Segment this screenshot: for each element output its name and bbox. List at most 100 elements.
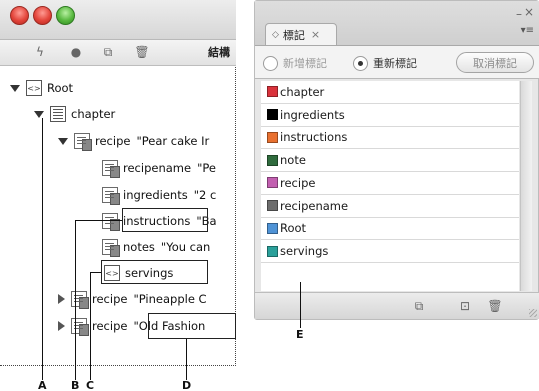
node-label: recipe [92, 292, 128, 306]
tag-color-swatch [267, 109, 278, 121]
radio-dot [353, 55, 368, 71]
element-icon [74, 133, 92, 151]
node-value: "You can [160, 240, 211, 254]
expand-triangle-icon[interactable] [58, 137, 68, 145]
tab-chevron-icon: ◇ [272, 29, 279, 40]
node-label: notes [123, 240, 155, 254]
tag-name: recipename [280, 198, 349, 213]
new-tag-icon[interactable]: ⊡ [457, 298, 473, 314]
callout-line-b-h [75, 220, 122, 221]
node-label: Root [47, 81, 74, 95]
tag-row-instructions[interactable]: instructions [261, 127, 519, 150]
lightning-icon[interactable]: ϟ [32, 44, 48, 60]
trash-icon[interactable]: 🗑 [487, 298, 503, 314]
element-icon [71, 291, 89, 309]
callout-line-c-h [90, 272, 101, 273]
callout-line-e [300, 282, 301, 328]
callout-box-c [101, 260, 208, 284]
element-icon [102, 239, 120, 257]
tag-color-swatch [267, 86, 278, 98]
panel-menu-icon[interactable]: ▾≡ [521, 25, 534, 36]
structure-titlebar [0, 0, 236, 40]
tree-row-recipename[interactable]: recipename "Pe [102, 158, 236, 178]
node-value: "Pear cake Ir [136, 134, 210, 148]
callout-box-d [148, 313, 236, 339]
node-label: recipename [123, 161, 192, 175]
structure-heading: 結構 [208, 46, 230, 59]
tag-row-root[interactable]: Root [261, 218, 519, 241]
tag-name: recipe [280, 175, 316, 190]
tag-row-chapter[interactable]: chapter [261, 81, 519, 104]
tag-list: chapter ingredients instructions note re… [261, 81, 519, 291]
element-icon [102, 213, 120, 231]
add-tag-label: 新增標記 [283, 57, 327, 70]
xml-icon: <> [26, 80, 42, 96]
minimize-window-button[interactable] [33, 6, 52, 25]
node-value: "Pe [197, 161, 216, 175]
close-icon[interactable]: × [524, 5, 534, 19]
tag-row-servings[interactable]: servings [261, 240, 519, 263]
tag-name: note [280, 153, 306, 168]
callout-letter-a: A [38, 379, 47, 391]
trash-icon[interactable]: 🗑 [134, 44, 150, 60]
callout-letter-c: C [86, 379, 95, 391]
retag-label: 重新標記 [373, 57, 417, 70]
node-value: "2 c [193, 188, 217, 202]
tag-name: chapter [280, 84, 325, 99]
tags-panel-footer: ⧉ ⊡ 🗑 [255, 292, 539, 319]
new-element-icon[interactable]: ⧉ [100, 44, 116, 60]
tab-label: 標記 [282, 28, 305, 42]
close-window-button[interactable] [10, 6, 29, 25]
tag-color-swatch [267, 222, 278, 234]
tree-row-root[interactable]: <> Root [10, 78, 73, 98]
element-icon [102, 160, 120, 178]
chapter-icon [50, 106, 66, 122]
callout-box-b [122, 208, 208, 232]
map-styles-icon[interactable]: ⧉ [411, 298, 427, 314]
tag-row-recipe[interactable]: recipe [261, 172, 519, 195]
tags-panel: – × ▾≡ ◇ 標記 × 新增標記 重新標記 取消標記 chapter ing… [254, 0, 539, 320]
callout-line-b [75, 220, 76, 380]
callout-letter-d: D [182, 379, 192, 391]
tag-row-note[interactable]: note [261, 149, 519, 172]
tag-color-swatch [267, 177, 278, 189]
circle-icon[interactable]: ● [68, 44, 84, 60]
retag-radio[interactable]: 重新標記 [353, 55, 417, 71]
tag-name: ingredients [280, 107, 345, 122]
radio-dot [263, 55, 278, 71]
tag-color-swatch [267, 131, 278, 143]
collapse-triangle-icon[interactable] [58, 321, 65, 331]
tab-close-icon[interactable]: × [311, 28, 320, 41]
node-label: chapter [71, 107, 116, 121]
zoom-window-button[interactable] [56, 6, 75, 25]
node-label: recipe [95, 134, 131, 148]
add-tag-radio[interactable]: 新增標記 [263, 55, 327, 71]
element-icon [71, 318, 89, 336]
minimize-icon[interactable]: – [516, 7, 522, 21]
tag-row-recipename[interactable]: recipename [261, 195, 519, 218]
tag-list-scrollbar[interactable] [520, 81, 532, 291]
element-icon [102, 187, 120, 205]
collapse-triangle-icon[interactable] [58, 294, 65, 304]
tree-row-recipe-2[interactable]: recipe "Pineapple C [58, 289, 236, 309]
callout-line-a [42, 118, 43, 380]
node-value: "Pineapple C [133, 292, 207, 306]
tag-name: instructions [280, 130, 348, 145]
tag-color-swatch [267, 200, 278, 212]
resize-grip-icon[interactable] [529, 309, 537, 317]
tag-name: Root [280, 221, 307, 236]
node-label: ingredients [123, 188, 188, 202]
tab-tags[interactable]: ◇ 標記 × [265, 23, 337, 45]
tree-row-chapter[interactable]: chapter [34, 104, 115, 124]
tree-row-recipe[interactable]: recipe "Pear cake Ir [58, 131, 236, 151]
tags-panel-header: – × ▾≡ ◇ 標記 × [255, 1, 539, 45]
expand-triangle-icon[interactable] [34, 110, 44, 118]
expand-triangle-icon[interactable] [10, 84, 20, 92]
tag-row-ingredients[interactable]: ingredients [261, 104, 519, 127]
callout-letter-e: E [296, 328, 304, 341]
structure-panel: ϟ ● ⧉ 🗑 結構 <> Root chapter recipe "Pear … [0, 0, 236, 366]
tree-row-notes[interactable]: notes "You can [102, 237, 236, 257]
callout-line-c [90, 272, 91, 380]
untag-button[interactable]: 取消標記 [456, 52, 534, 73]
tree-row-ingredients[interactable]: ingredients "2 c [102, 185, 236, 205]
